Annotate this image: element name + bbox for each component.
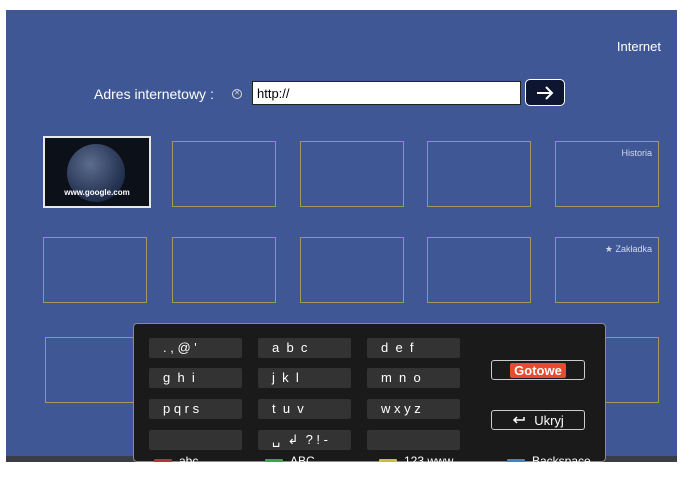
key-empty[interactable] bbox=[367, 430, 460, 450]
key-mno[interactable]: m n o bbox=[367, 368, 460, 388]
google-thumbnail[interactable]: www.google.com bbox=[43, 136, 151, 208]
key-empty[interactable] bbox=[149, 430, 242, 450]
legend-123-label: 123 www bbox=[404, 454, 454, 462]
key-ghi[interactable]: g h i bbox=[149, 368, 242, 388]
legend-backspace-label: Backspace bbox=[532, 454, 591, 462]
legend-backspace: Backspace bbox=[507, 454, 591, 462]
hide-label: Ukryj bbox=[534, 412, 564, 428]
key-abc[interactable]: a b c bbox=[258, 338, 351, 358]
page-tile[interactable] bbox=[172, 237, 276, 303]
legend-abc-label: abc bbox=[179, 454, 199, 462]
page-tile[interactable] bbox=[427, 141, 531, 207]
arrow-right-icon bbox=[537, 85, 554, 100]
blue-swatch bbox=[507, 458, 525, 462]
done-label: Gotowe bbox=[510, 362, 566, 378]
go-button[interactable] bbox=[525, 79, 565, 106]
thumbnail-caption: www.google.com bbox=[64, 188, 130, 197]
done-button[interactable]: Gotowe bbox=[491, 360, 585, 380]
page-tile[interactable] bbox=[427, 237, 531, 303]
clear-icon[interactable]: ✕ bbox=[232, 89, 242, 99]
return-icon bbox=[513, 416, 525, 424]
hide-button[interactable]: Ukryj bbox=[491, 410, 585, 430]
legend-abc: abc bbox=[154, 454, 198, 462]
yellow-swatch bbox=[379, 458, 397, 462]
key-tuv[interactable]: t u v bbox=[258, 399, 351, 419]
legend-ABC-label: ABC bbox=[290, 454, 315, 462]
key-wxyz[interactable]: w x y z bbox=[367, 399, 460, 419]
key-def[interactable]: d e f bbox=[367, 338, 460, 358]
page-tile[interactable] bbox=[300, 237, 404, 303]
legend-ABC: ABC bbox=[265, 454, 315, 462]
bookmark-tile[interactable]: ★ Zakładka bbox=[555, 237, 659, 303]
page-tile[interactable] bbox=[43, 237, 147, 303]
app-title: Internet bbox=[616, 39, 661, 54]
url-input[interactable]: http:// bbox=[252, 81, 521, 105]
legend-123: 123 www bbox=[379, 454, 453, 462]
history-label: Historia bbox=[621, 148, 652, 158]
key-jkl[interactable]: j k l bbox=[258, 368, 351, 388]
page-tile[interactable] bbox=[172, 141, 276, 207]
red-swatch bbox=[154, 458, 172, 462]
key-pqrs[interactable]: p q r s bbox=[149, 399, 242, 419]
history-tile[interactable]: Historia bbox=[555, 141, 659, 207]
browser-screen: Internet Adres internetowy : ✕ http:// w… bbox=[6, 10, 677, 462]
on-screen-keyboard: . , @ ' a b c d e f g h i j k l m n o p … bbox=[133, 323, 606, 462]
key-space-enter-symbols[interactable]: ␣ ↲ ? ! - bbox=[258, 430, 351, 450]
address-label: Adres internetowy : bbox=[94, 86, 214, 102]
green-swatch bbox=[265, 458, 283, 462]
bookmark-label: ★ Zakładka bbox=[604, 244, 652, 254]
page-tile[interactable] bbox=[300, 141, 404, 207]
key-punctuation[interactable]: . , @ ' bbox=[149, 338, 242, 358]
